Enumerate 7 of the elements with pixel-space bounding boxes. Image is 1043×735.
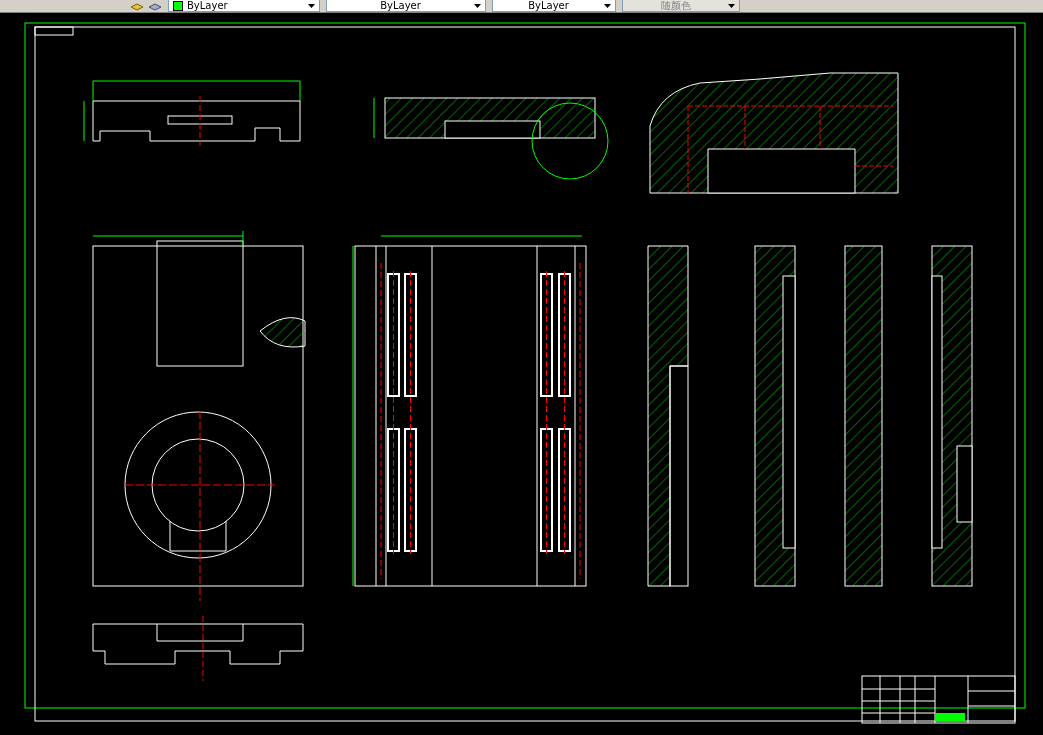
property-dropdown[interactable]: ByLayer bbox=[492, 0, 616, 12]
caret-icon bbox=[474, 3, 481, 8]
property-dropdown[interactable]: ByLayer bbox=[168, 0, 320, 12]
caret-icon bbox=[604, 3, 611, 8]
property-dropdown[interactable]: ByLayer bbox=[326, 0, 486, 12]
caret-icon bbox=[308, 3, 315, 8]
caret-icon bbox=[728, 3, 735, 8]
